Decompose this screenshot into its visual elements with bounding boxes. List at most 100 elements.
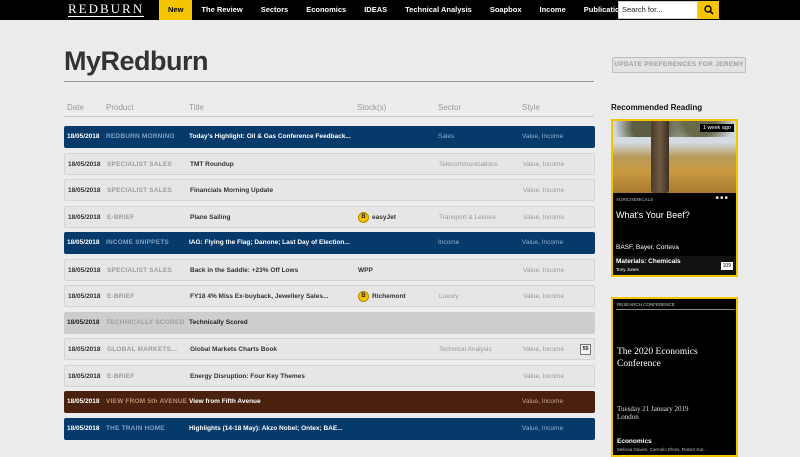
table-row[interactable]: 18/05/2018 E-BRIEF Energy Disruption: Four… (64, 364, 595, 387)
card-headline: The 2020 Economics Conference (617, 347, 698, 369)
row-title: Energy Disruption: Four Key Themes (190, 372, 305, 380)
table-row[interactable]: 18/05/2018 REDBURN MORNING Today's Highlig… (64, 126, 595, 148)
table-row[interactable]: 18/05/2018 THE TRAIN HOME Highlights (14-1… (64, 417, 595, 440)
header-title[interactable]: Title (189, 103, 204, 112)
row-title: TMT Roundup (190, 160, 234, 168)
table-row[interactable]: 18/05/2018 SPECIALIST SALES Financials Mor… (64, 179, 595, 201)
row-date: 18/05/2018 (68, 187, 101, 194)
row-product: E-BRIEF (107, 293, 135, 300)
search-input[interactable]: Search for... (618, 1, 698, 19)
row-title: FY18 4% Miss Ex-buyback, Jewellery Sales… (190, 293, 329, 300)
row-product: GLOBAL MARKETS... (107, 346, 178, 353)
card-category: AGRICHEMICALS (616, 197, 654, 202)
nav-item-income[interactable]: Income (531, 0, 575, 20)
bookmark-icon[interactable]: B (358, 211, 369, 223)
row-stock: WPP (358, 266, 373, 274)
nav-item-soapbox[interactable]: Soapbox (481, 0, 531, 20)
row-style: Value, Income (523, 213, 565, 221)
top-nav-bar: REDBURN New The Review Sectors Economics IDE… (0, 0, 800, 20)
header-product[interactable]: Product (106, 103, 134, 112)
row-product: SPECIALIST SALES (107, 187, 172, 194)
row-product: E-BRIEF (107, 372, 135, 380)
search-button[interactable] (698, 1, 719, 19)
row-style: Value, Income (523, 346, 565, 353)
recommended-reading-title: Recommended Reading (611, 103, 703, 112)
row-style: Value, Income (523, 293, 565, 300)
row-date: 18/05/2018 (68, 293, 101, 300)
nav-item-sectors[interactable]: Sectors (252, 0, 298, 20)
table-row[interactable]: 18/05/2018 GLOBAL MARKETS... Global Market… (64, 338, 595, 360)
redburn-logo[interactable]: REDBURN (68, 2, 145, 17)
search-icon (703, 5, 714, 15)
page-title: MyRedburn (64, 46, 209, 76)
more-options-icon[interactable]: ••• (715, 194, 729, 204)
nav-item-new[interactable]: New (159, 0, 193, 20)
row-style: Value, Income (522, 424, 564, 432)
row-product: SPECIALIST SALES (107, 160, 172, 168)
table-row[interactable]: 18/05/2018 VIEW FROM 5th AVENUE View from … (64, 391, 595, 413)
row-product: INCOME SNIPPETS (106, 239, 169, 246)
divider (616, 309, 735, 310)
row-title: Global Markets Charts Book (190, 346, 278, 353)
row-date: 18/05/2018 (68, 213, 101, 221)
row-date: 18/05/2018 (68, 372, 101, 380)
event-date: Tuesday 21 January 2019 (617, 405, 689, 413)
row-title: Back in the Saddle: +23% Off Lows (190, 266, 299, 274)
row-product: VIEW FROM 5th AVENUE (106, 398, 188, 405)
row-product: E-BRIEF (107, 213, 135, 221)
table-row[interactable]: 18/05/2018 INCOME SNIPPETS IAG: Flying the… (64, 232, 595, 254)
row-date: 18/05/2018 (68, 160, 101, 168)
row-product: TECHNICALLY SCORED (106, 318, 185, 326)
header-date[interactable]: Date (67, 103, 84, 112)
row-date: 18/05/2018 (67, 424, 100, 432)
nav-item-technical-analysis[interactable]: Technical Analysis (396, 0, 481, 20)
table-row[interactable]: 18/05/2018 E-BRIEF Plane Sailing BeasyJet Tr… (64, 205, 595, 228)
update-preferences-button[interactable]: UPDATE PREFERENCES FOR JEREMY (612, 57, 746, 73)
row-title: Plane Sailing (190, 213, 231, 221)
row-product: REDBURN MORNING (106, 133, 175, 140)
recommended-card-conference[interactable]: RESEARCH CONFERENCE The 2020 Economics C… (611, 297, 738, 457)
row-date: 18/05/2018 (68, 346, 101, 353)
nav-item-ideas[interactable]: IDEAS (355, 0, 396, 20)
divider (64, 116, 594, 117)
table-row[interactable]: 18/05/2018 SPECIALIST SALES Back in the Sa… (64, 258, 595, 281)
row-title: Technically Scored (189, 318, 248, 326)
page-count-badge: 109 (720, 262, 733, 270)
row-date: 18/05/2018 (67, 398, 100, 405)
row-title: View from Fifth Avenue (189, 398, 261, 405)
row-date: 18/05/2018 (67, 239, 100, 246)
row-product: SPECIALIST SALES (107, 266, 172, 274)
count-badge: 55 (580, 344, 591, 355)
row-sector: Telecommunications (439, 160, 498, 168)
bookmark-icon[interactable]: B (358, 291, 369, 302)
recommended-card-beef[interactable]: 1 week ago AGRICHEMICALS ••• What's Your… (611, 119, 738, 277)
table-row[interactable]: 18/05/2018 TECHNICALLY SCORED Technically … (64, 311, 595, 334)
main-nav: New The Review Sectors Economics IDEAS Techni… (159, 0, 637, 20)
nav-item-economics[interactable]: Economics (297, 0, 355, 20)
row-style: Value, Income (523, 160, 565, 168)
table-row[interactable]: 18/05/2018 E-BRIEF FY18 4% Miss Ex-buyback… (64, 285, 595, 307)
row-style: Value, Income (522, 133, 564, 140)
nav-item-the-review[interactable]: The Review (192, 0, 251, 20)
header-style[interactable]: Style (522, 103, 540, 112)
card-companies: BASF, Bayer, Corteva (616, 244, 679, 251)
event-location: London (617, 413, 639, 421)
header-stocks[interactable]: Stock(s) (357, 103, 386, 112)
row-style: Value, Income (523, 187, 565, 194)
card-headline: What's Your Beef? (616, 210, 690, 220)
card-sector: Economics (617, 438, 652, 445)
row-title: IAG: Flying the Flag; Danone; Last Day o… (189, 239, 350, 246)
card-author: Tony Jones (616, 267, 639, 272)
row-stock: Richemont (372, 293, 406, 300)
row-date: 18/05/2018 (67, 318, 100, 326)
row-date: 18/05/2018 (67, 133, 100, 140)
row-title: Highlights (14-18 May): Akzo Nobel; Onte… (189, 424, 343, 432)
table-row[interactable]: 18/05/2018 SPECIALIST SALES TMT Roundup Tel… (64, 152, 595, 175)
card-date: Tuesday 21 January 2019 London (617, 405, 689, 421)
row-title: Financials Morning Update (190, 187, 274, 194)
row-title: Today's Highlight: Oil & Gas Conference … (189, 133, 351, 140)
row-style: Value, Income (522, 398, 564, 405)
header-sector[interactable]: Sector (438, 103, 461, 112)
row-sector: Transport & Leisure (439, 213, 496, 221)
row-product: THE TRAIN HOME (106, 424, 165, 432)
